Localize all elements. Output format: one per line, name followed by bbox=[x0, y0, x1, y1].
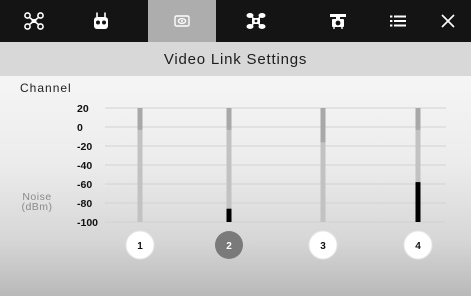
list-icon bbox=[389, 15, 406, 27]
channel-number-label: 4 bbox=[415, 241, 421, 252]
y-tick-label: -80 bbox=[77, 198, 92, 210]
channel-number-label: 3 bbox=[320, 241, 326, 252]
aircraft-tab[interactable] bbox=[0, 0, 67, 42]
general-settings-tab[interactable] bbox=[364, 0, 431, 42]
camera-drone-icon bbox=[329, 14, 346, 29]
camera-tab[interactable] bbox=[304, 0, 371, 42]
channel-bar-upper bbox=[137, 108, 143, 130]
channel-panel: 20 0 -20 -40 -60 -80 -100 Noise (dBm) 1 2 3 4 Channe… bbox=[0, 76, 471, 296]
y-tick-label: -100 bbox=[77, 217, 98, 229]
top-toolbar bbox=[0, 0, 471, 42]
remote-controller-icon bbox=[93, 12, 108, 29]
y-tick-label: 20 bbox=[77, 103, 89, 115]
y-tick-label: 0 bbox=[77, 122, 83, 134]
channel-bar-upper bbox=[226, 108, 232, 130]
noise-level-bar bbox=[415, 182, 421, 222]
y-tick-label: -20 bbox=[77, 141, 92, 153]
video-link-settings-screen: Video Link Settings 20 0 -20 -40 -60 -80 -100 N… bbox=[0, 0, 471, 296]
y-axis-title: (dBm) bbox=[21, 201, 52, 213]
y-tick-label: -40 bbox=[77, 160, 92, 172]
channel-bar-upper bbox=[320, 108, 326, 143]
noise-level-bar bbox=[226, 208, 232, 222]
channel-number-label: 2 bbox=[226, 241, 232, 252]
noise-chart: 200-20-40-60-80-100Noise(dBm)1 2 3 4 bbox=[21, 103, 446, 260]
video-link-tab[interactable] bbox=[148, 0, 216, 42]
page-title: Video Link Settings bbox=[0, 42, 471, 77]
remote-controller-tab[interactable] bbox=[67, 0, 134, 42]
video-link-icon bbox=[174, 15, 190, 27]
gimbal-icon bbox=[246, 13, 265, 29]
gimbal-tab[interactable] bbox=[222, 0, 289, 42]
close-icon bbox=[441, 14, 455, 28]
y-tick-label: -60 bbox=[77, 179, 92, 191]
aircraft-icon bbox=[23, 12, 44, 30]
channel-bar-upper bbox=[415, 108, 421, 130]
channel-number-label: 1 bbox=[137, 241, 143, 252]
close-button[interactable] bbox=[425, 0, 471, 42]
section-label-channel: Channel bbox=[20, 81, 72, 95]
